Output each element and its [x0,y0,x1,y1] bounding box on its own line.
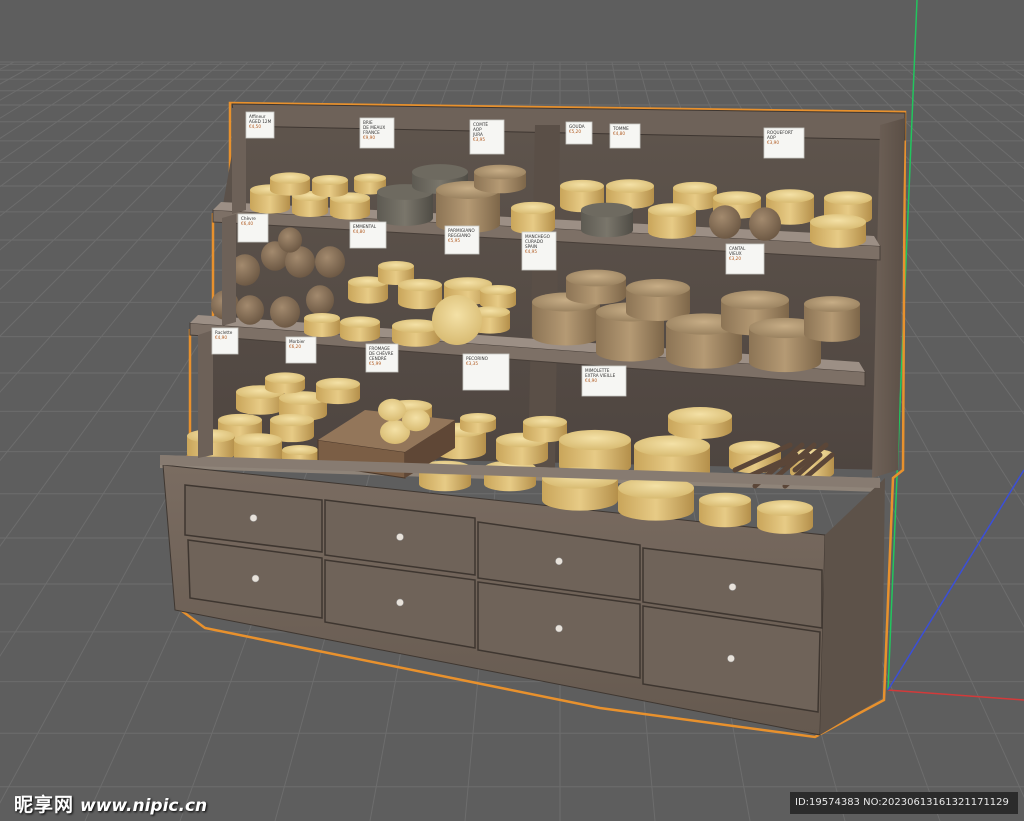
cheese-wheel-top [282,444,318,456]
x-axis-line [887,689,1024,701]
cheese-ball [315,246,345,278]
cheese-wheel-top [398,278,442,292]
cheese-ball [278,227,302,253]
cheese-wheel-top [699,492,751,508]
watermark-url: www.nipic.cn [80,796,208,816]
price-tag: MANCHEGO CURADO SPAIN €4,95 [521,231,557,271]
cheese-wheel-top [581,202,633,218]
cheese-wheel-top [566,269,626,287]
grid-line [0,61,15,70]
cheese-wheel-top [270,172,310,184]
price-tag: CANTAL VIEUX €3,20 [725,243,765,275]
grid-line [1001,61,1024,77]
drawer-knob [728,583,737,591]
cheese-wheel-top [673,181,717,195]
price-tag: ROQUEFORT AOP €3,90 [763,127,805,159]
grid-line [0,61,197,217]
grid-line [0,61,171,188]
cheese-ball-large [432,295,482,345]
cheese-cabinet-model[interactable] [160,101,907,739]
cheese-ball [306,285,334,315]
grid-line [923,61,1024,142]
cheese-wheel-top [626,279,690,297]
drawer-knob [251,574,260,583]
grid-line [0,61,93,119]
cheese-ball [270,296,300,328]
cheese-wheel-top [511,201,555,215]
cheese-ball [236,295,264,325]
cheese-wheel-top [523,415,567,429]
watermark-brand: 昵享网 [14,794,75,816]
cheese-wheel-top [316,377,360,391]
price-tag: Chèvre €6,40 [237,213,269,243]
cheese-wheel-top [560,179,604,193]
cheese-wheel-top [721,290,789,310]
left-post-upper [232,106,246,214]
cheese-wheel-top [412,164,468,180]
cheese-wheel-top [460,412,496,424]
cheese-wheel-top [648,203,696,217]
price-tag: MIMOLETTE EXTRA VIEILLE €4,90 [581,365,627,397]
cheese-wheel-top [218,413,262,427]
cheese-ball [749,207,781,241]
cheese-ball-in-crate [402,408,430,432]
price-tag: Morbier €6,20 [285,336,317,364]
price-tag: COMTÉ AOP JURA €3,95 [469,119,505,155]
grid-line [0,61,119,139]
cheese-ball-in-crate [378,398,406,422]
left-post-lower [198,330,213,458]
price-tag: Raclette €4,90 [211,327,239,355]
cheese-wheel-top [824,191,872,205]
drawer-knob [555,624,563,633]
drawer-knob [555,557,563,565]
viewport-canvas[interactable]: Affineur AGED 12M €4,50 BRIE DE MEAUX FRANCE €… [0,0,1024,821]
cheese-wheel-top [378,260,414,272]
cheese-wheel-top [312,174,348,186]
cheese-ball [709,205,741,239]
grid-line [0,61,67,101]
cheese-wheel-top [559,429,631,451]
cheese-wheel-top [354,173,386,183]
drawer-knob [249,514,258,522]
drawer-knob [396,598,404,607]
grid-line [0,61,41,85]
cheese-wheel-top [713,191,761,205]
price-tag: EMMENTAL €4,80 [349,221,387,249]
cheese-wheel-top [474,164,526,180]
cheese-wheel-top [668,407,732,425]
grid-line [949,61,1024,117]
cheese-wheel-top [804,296,860,312]
grid-line [897,61,1024,170]
left-post-middle [222,214,236,326]
watermark: 昵享网 www.nipic.cn [14,790,207,817]
drawer-knob [727,654,735,663]
cheese-wheel-top [304,312,340,324]
3d-viewport[interactable]: Affineur AGED 12M €4,50 BRIE DE MEAUX FRANCE €… [0,0,1024,821]
cheese-wheel-top [270,413,314,427]
price-tag: PECORINO €3,35 [462,353,510,391]
cheese-wheel-top [234,433,282,447]
price-tag: FROMAGE DE CHÈVRE CENDRÉ €5,99 [365,343,399,373]
image-id-bar: ID:19574383 NO:20230613161321171129 [790,792,1018,814]
cheese-wheel-top [340,316,380,328]
cheese-wheel-top [480,284,516,296]
cheese-wheel-top [606,179,654,193]
price-tag: TOMME €4,80 [609,123,641,149]
cheese-wheel-top [810,214,866,230]
price-tag: Affineur AGED 12M €4,50 [245,111,275,139]
price-tag: BRIE DE MEAUX FRANCE €9,90 [359,117,395,149]
price-tag: GOUDA €5,20 [565,121,593,145]
cheese-wheel-top [757,500,813,516]
grid-line [0,61,145,162]
drawer-knob [396,533,404,541]
cheese-wheel-top [766,189,814,203]
price-tag: PARMIGIANO REGGIANO €5,95 [444,225,480,255]
cheese-wheel-top [265,372,305,384]
